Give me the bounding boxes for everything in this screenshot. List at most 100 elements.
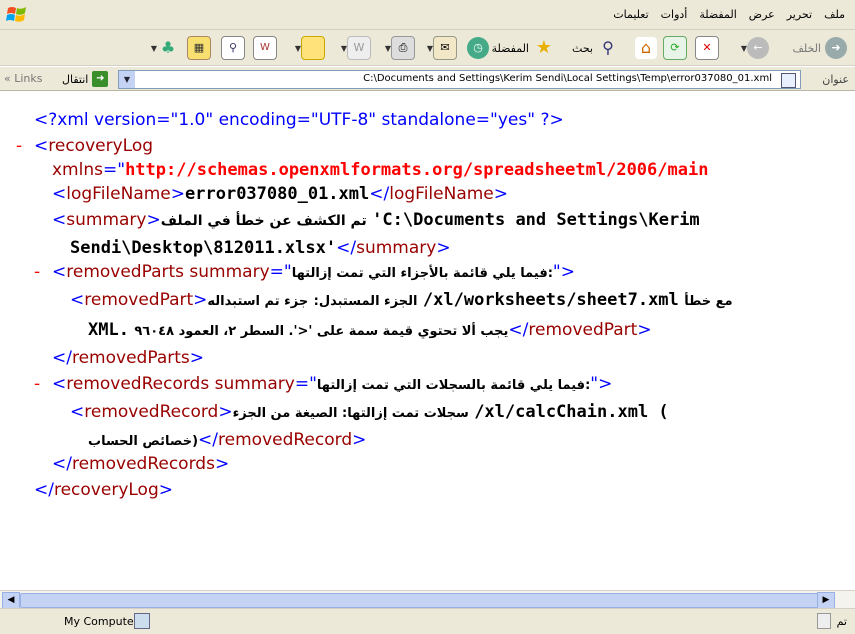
tag-name: removedRecord (84, 402, 219, 422)
removedrecord-arabic-2: خصائص الحساب) (88, 434, 199, 449)
home-button[interactable]: ⌂ (635, 36, 657, 60)
removedparts-open-tag: <removedParts summary="فيما يلي قائمة با… (52, 262, 575, 282)
status-text: تم (836, 615, 847, 628)
recoverylog-open-tag: <recoveryLog (34, 136, 154, 156)
mail-icon: ✉ (433, 36, 457, 60)
element-value: error037080_01.xml (185, 184, 370, 204)
tag-name: removedPart (84, 290, 194, 310)
menu-favorites[interactable]: المفضلة (699, 8, 736, 21)
tag-name: removedParts (71, 348, 190, 368)
messenger-button[interactable]: ▼ ♣ (149, 36, 179, 60)
address-label: عنوان (822, 73, 849, 86)
word-icon: W (347, 36, 371, 60)
address-dropdown-icon[interactable]: ▼ (119, 71, 135, 88)
tag-name: removedRecords (71, 454, 215, 474)
address-url: C:\Documents and Settings\Kerim Sendi\Lo… (363, 73, 772, 84)
horizontal-scrollbar[interactable]: ◀ ▶ (0, 590, 855, 609)
my-computer-icon (134, 613, 150, 629)
scroll-thumb[interactable] (20, 593, 822, 608)
refresh-icon: ⟳ (663, 36, 687, 60)
removedpart-line1: <removedPart> الجزء المستبدل: جزء تم استب… (70, 290, 733, 310)
removedrecords-close-tag: </removedRecords> (52, 454, 230, 474)
removedrecord-line2: خصائص الحساب)</removedRecord> (88, 430, 367, 450)
tag-name: logFileName (66, 184, 171, 204)
research-button[interactable]: W (253, 36, 277, 60)
search-button[interactable]: بحث ⚲ (572, 36, 619, 60)
back-arrow-icon: ➜ (825, 37, 847, 59)
magnify-document-icon: ⚲ (221, 36, 245, 60)
stop-button[interactable]: ✕ (695, 36, 719, 60)
menu-tools[interactable]: أدوات (661, 8, 688, 21)
menu-help[interactable]: تعليمات (613, 8, 648, 21)
status-bar: My Computer تم (0, 608, 855, 634)
windows-logo-icon (6, 7, 26, 22)
media-button[interactable]: ▦ (187, 36, 211, 60)
edit-button[interactable]: ▼ W (339, 36, 371, 60)
removedrecords-open-tag: <removedRecords summary="فيما يلي قائمة … (52, 374, 613, 394)
tag-name: removedPart (528, 320, 638, 340)
document-icon: W (253, 36, 277, 60)
favorites-label: المفضلة (491, 41, 529, 55)
collapse-toggle[interactable]: - (34, 262, 40, 282)
removedrecord-path: /xl/calcChain.xml ( (474, 402, 669, 422)
tag-name: logFileName (389, 184, 494, 204)
page-favicon-icon (781, 73, 796, 88)
removedpart-arabic-2: جزء تم استبداله (207, 294, 309, 309)
attr-name: xmlns (52, 160, 103, 180)
collapse-toggle[interactable]: - (16, 136, 22, 156)
forward-button[interactable]: ▼ ← (739, 36, 769, 60)
star-icon: ★ (535, 37, 553, 58)
back-button[interactable]: الخلف ➜ (792, 36, 847, 60)
history-button[interactable]: ◷ (467, 36, 489, 60)
xml-word: XML. (88, 320, 129, 340)
toolbar: الخلف ➜ ▼ ← ✕ ⟳ ⌂ بحث ⚲ المفضلة ★ ◷ ▼ ✉ … (0, 30, 855, 66)
collapse-toggle[interactable]: - (34, 374, 40, 394)
go-arrow-icon: ➜ (92, 71, 109, 87)
removedpart-arabic-1: الجزء المستبدل: (313, 294, 418, 309)
tag-name: removedParts (66, 262, 185, 282)
scroll-left-icon[interactable]: ◀ (2, 592, 20, 609)
go-label: انتقال (62, 72, 89, 86)
go-button[interactable]: انتقال ➜ (62, 71, 109, 87)
removedparts-close-tag: </removedParts> (52, 348, 204, 368)
removedrecord-arabic: سجلات تمت إزالتها: الصيغة من الجزء (232, 406, 469, 421)
summary-path-part2: Sendi\Desktop\812011.xlsx' (70, 238, 337, 258)
menu-view[interactable]: عرض (749, 8, 775, 21)
attr-name: summary (189, 262, 270, 282)
links-toolbar[interactable]: « Links (4, 72, 43, 85)
removedpart-path: /xl/worksheets/sheet7.xml (422, 290, 679, 310)
removedpart-line2: XML. يجب ألا تحتوي قيمة سمة على '<'. الس… (88, 320, 652, 340)
discuss-button[interactable]: ▼ (293, 36, 325, 60)
refresh-button[interactable]: ⟳ (663, 36, 687, 60)
address-input[interactable]: ▼ C:\Documents and Settings\Kerim Sendi\… (118, 70, 801, 89)
summary-element-line1: <summary>تم الكشف عن خطأ في الملف 'C:\Do… (52, 210, 700, 230)
search-label: بحث (572, 41, 593, 55)
messenger-icon: ♣ (160, 38, 176, 57)
home-icon: ⌂ (635, 37, 657, 59)
back-label: الخلف (792, 41, 821, 55)
links-label: Links (14, 72, 43, 85)
page-icon (817, 613, 831, 629)
summary-path-part1: 'C:\Documents and Settings\Kerim (372, 210, 700, 230)
recoverylog-close-tag: </recoveryLog> (34, 480, 173, 500)
removedpart-error-text: يجب ألا تحتوي قيمة سمة على '<'. السطر ٢،… (134, 324, 509, 339)
menu-bar: ملف تحرير عرض المفضلة أدوات تعليمات (0, 0, 855, 30)
attr-value: فيما يلي قائمة بالأجزاء التي تمت إزالتها… (291, 266, 553, 281)
mail-button[interactable]: ▼ ✉ (425, 36, 457, 60)
search-icon: ⚲ (602, 38, 614, 57)
favorites-button[interactable]: المفضلة ★ (492, 36, 555, 60)
print-button[interactable]: ▼ ⎙ (383, 36, 415, 60)
removedrecord-line1: <removedRecord>سجلات تمت إزالتها: الصيغة… (70, 402, 669, 422)
security-zone-label: My Computer (64, 615, 139, 628)
scroll-right-icon[interactable]: ▶ (817, 592, 835, 609)
printer-icon: ⎙ (391, 36, 415, 60)
menu-file[interactable]: ملف (824, 8, 845, 21)
tag-name: removedRecord (218, 430, 353, 450)
xml-declaration: <?xml version="1.0" encoding="UTF-8" sta… (34, 110, 564, 130)
menu-edit[interactable]: تحرير (787, 8, 812, 21)
tag-name: removedRecords (66, 374, 210, 394)
translate-button[interactable]: ⚲ (221, 36, 245, 60)
tag-name: summary (66, 210, 147, 230)
note-icon (301, 36, 325, 60)
tag-name: recoveryLog (48, 136, 154, 156)
